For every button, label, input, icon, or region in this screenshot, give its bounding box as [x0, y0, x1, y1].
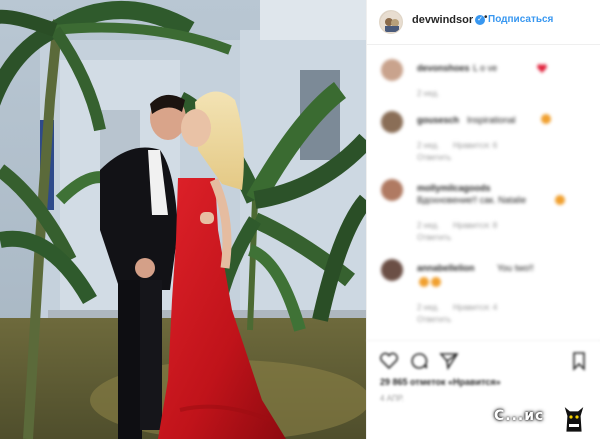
paper-plane-icon[interactable] [439, 351, 459, 371]
comment-time: 2 нед. [417, 89, 440, 98]
avatar-image [380, 11, 402, 33]
author-avatar[interactable] [379, 10, 403, 34]
follow-button[interactable]: Подписаться [488, 14, 553, 25]
comment-likes[interactable]: Нравится: 8 [453, 221, 497, 230]
likes-count[interactable]: 29 865 отметок «Нравится» [380, 377, 501, 387]
commenter-avatar[interactable] [381, 259, 403, 281]
comment-text: You two!! [497, 263, 534, 273]
couple-kissing-photo [0, 0, 366, 439]
comments-list: devonshoes L o ve 2 нед. gousesch Inspir… [367, 45, 600, 335]
bookmark-icon[interactable] [569, 351, 589, 371]
speech-bubble-icon[interactable] [409, 351, 429, 371]
commenter-username[interactable]: mollymilcagoods [417, 183, 491, 193]
emoji-icon [419, 277, 429, 287]
comment-text: Вдохновение!! сак. Natalie [417, 195, 527, 205]
commenter-username[interactable]: devonshoes [417, 63, 470, 73]
comment-time: 2 нед. [417, 221, 440, 230]
comment-time: 2 нед. [417, 141, 440, 150]
post-actions-bar [367, 340, 600, 381]
emoji-icon [541, 114, 551, 124]
heart-outline-icon[interactable] [379, 351, 399, 371]
comment-likes[interactable]: Нравится: 4 [453, 303, 497, 312]
reply-button[interactable]: Ответить [417, 315, 451, 324]
watermark-text: С...ис [494, 408, 545, 424]
author-username[interactable]: devwindsor [412, 14, 473, 26]
post-date: 4 АПР. [380, 394, 404, 403]
comment-likes[interactable]: Нравится: 6 [453, 141, 497, 150]
post-side-panel: devwindsor ✓ • Подписаться devonshoes L … [366, 0, 600, 439]
commenter-username[interactable]: gousesch [417, 115, 459, 125]
header-separator: • [484, 12, 488, 23]
commenter-avatar[interactable] [381, 179, 403, 201]
commenter-avatar[interactable] [381, 111, 403, 133]
red-heart-icon [537, 64, 547, 73]
post-photo[interactable] [0, 0, 366, 439]
reply-button[interactable]: Ответить [417, 233, 451, 242]
reply-button[interactable]: Ответить [417, 153, 451, 162]
post-header: devwindsor ✓ • Подписаться [367, 0, 600, 45]
comment-text: Inspirational [467, 115, 516, 125]
commenter-username[interactable]: annabellelion [417, 263, 475, 273]
instagram-post: devwindsor ✓ • Подписаться devonshoes L … [0, 0, 600, 439]
commenter-avatar[interactable] [381, 59, 403, 81]
emoji-icon [431, 277, 441, 287]
emoji-icon [555, 195, 565, 205]
black-cat-icon [563, 404, 585, 433]
site-watermark: С...ис [494, 402, 594, 434]
comment-text: L o ve [473, 63, 498, 73]
comment-time: 2 нед. [417, 303, 440, 312]
